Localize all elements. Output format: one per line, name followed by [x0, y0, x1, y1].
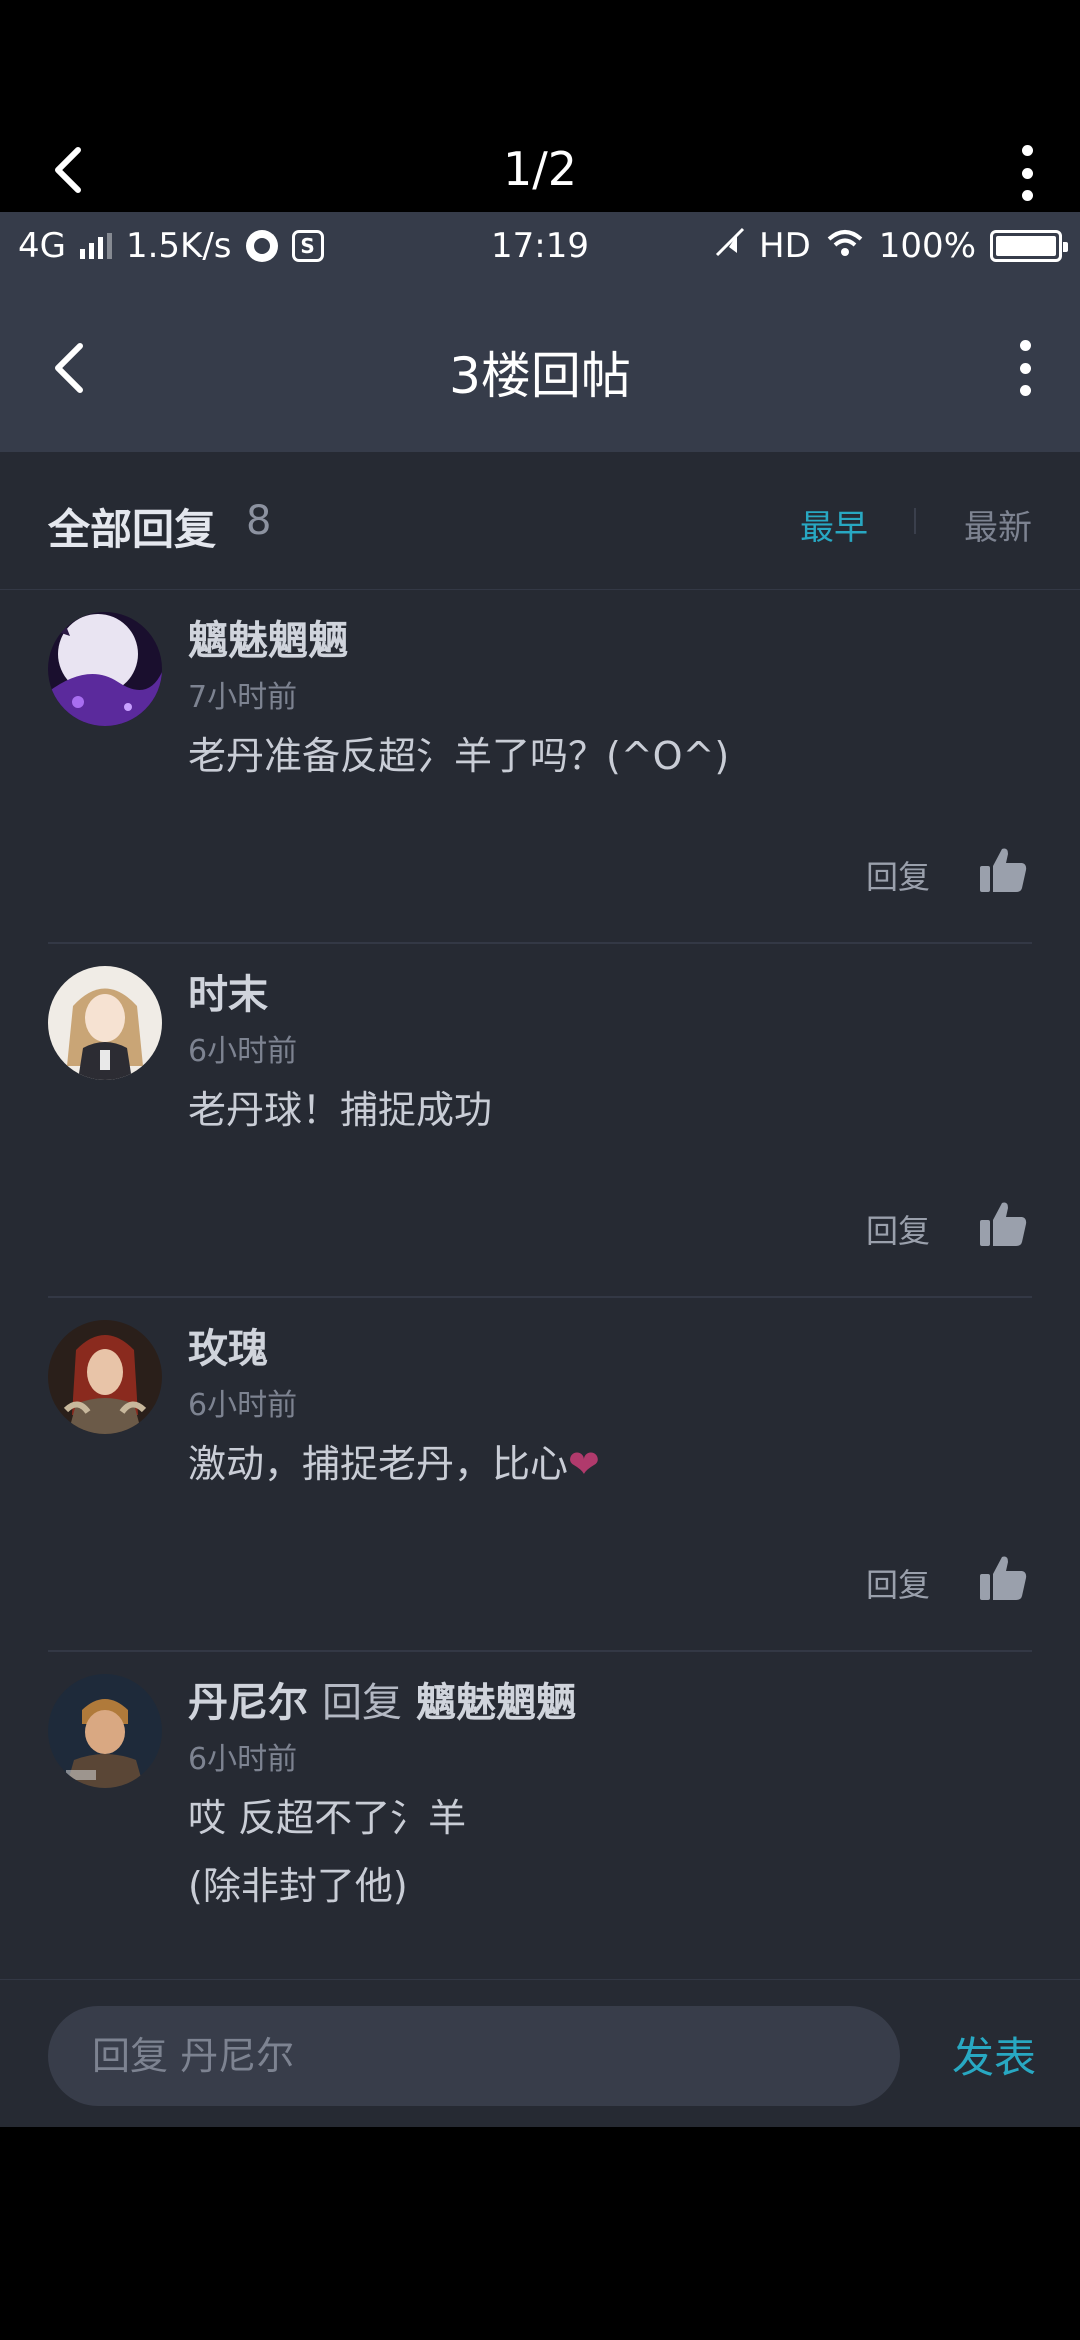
page-title: 3楼回帖 [449, 347, 631, 405]
page-indicator: 1/2 [502, 142, 578, 196]
comment-author[interactable]: 魑魅魍魉 [188, 608, 348, 666]
comment-text-line: (除非封了他) [188, 1864, 408, 1908]
avatar[interactable] [48, 1320, 162, 1434]
comment-author[interactable]: 时末 [188, 962, 268, 1020]
comment-author-line: 丹尼尔 回复 魑魅魍魉 [188, 1670, 576, 1728]
sort-newest-tab[interactable]: 最新 [964, 500, 1032, 549]
comment-time: 6小时前 [188, 1742, 298, 1777]
replies-count: 8 [246, 498, 272, 544]
status-bar: 4G 1.5K/s S 17:19 HD 100% [0, 212, 1080, 284]
reply-to-user[interactable]: 魑魅魍魉 [416, 1680, 576, 1726]
thumbs-up-icon[interactable] [978, 1200, 1028, 1248]
reply-composer: 发表 [0, 1979, 1080, 2127]
replies-title: 全部回复 [48, 505, 217, 554]
mute-icon [715, 226, 745, 266]
battery-icon [990, 230, 1068, 262]
phone-screen: 4G 1.5K/s S 17:19 HD 100% 3楼回帖 全部回复 8 最早… [0, 212, 1080, 2127]
reply-button[interactable]: 回复 [866, 852, 930, 898]
replies-header: 全部回复 8 最早 最新 [0, 452, 1080, 590]
avatar[interactable] [48, 612, 162, 726]
comment-item: 丹尼尔 回复 魑魅魍魉 6小时前 哎 反超不了氵羊 (除非封了他) [0, 1652, 1080, 1979]
comment-item: 玫瑰 6小时前 激动，捕捉老丹，比心❤ 回复 [0, 1298, 1080, 1652]
comment-text-content: 激动，捕捉老丹，比心 [188, 1442, 569, 1486]
battery-percent: 100% [878, 226, 976, 266]
sort-earliest-tab[interactable]: 最早 [800, 500, 868, 549]
reply-input[interactable] [48, 2006, 900, 2106]
comment-author[interactable]: 玫瑰 [188, 1316, 268, 1374]
avatar[interactable] [48, 1674, 162, 1788]
comment-author[interactable]: 丹尼尔 [188, 1680, 308, 1726]
comment-time: 7小时前 [188, 680, 298, 715]
comment-time: 6小时前 [188, 1388, 298, 1423]
comment-text-line: 哎 反超不了氵羊 [188, 1796, 467, 1840]
avatar[interactable] [48, 966, 162, 1080]
wifi-icon [825, 226, 865, 266]
thumbs-up-icon[interactable] [978, 846, 1028, 894]
reply-to-label: 回复 [322, 1680, 402, 1726]
comment-text: 哎 反超不了氵羊 (除非封了他) [188, 1784, 466, 1920]
comment-item: 魑魅魍魉 7小时前 老丹准备反超氵羊了吗？(^O^) 回复 [0, 590, 1080, 944]
sort-divider [914, 508, 916, 534]
more-vertical-icon[interactable] [1010, 340, 1040, 396]
comment-time: 6小时前 [188, 1034, 298, 1069]
viewer-more-icon[interactable] [1012, 145, 1042, 201]
reply-button[interactable]: 回复 [866, 1206, 930, 1252]
comment-text: 老丹球！捕捉成功 [188, 1088, 493, 1132]
reply-button[interactable]: 回复 [866, 1560, 930, 1606]
app-header: 3楼回帖 [0, 284, 1080, 452]
comment-text: 老丹准备反超氵羊了吗？(^O^) [188, 734, 730, 778]
comment-item: 时末 6小时前 老丹球！捕捉成功 回复 [0, 944, 1080, 1298]
hd-label: HD [759, 226, 811, 266]
send-button[interactable]: 发表 [952, 2024, 1036, 2085]
viewer-top-bar: 1/2 [0, 0, 1080, 212]
comment-text: 激动，捕捉老丹，比心❤ [188, 1430, 600, 1498]
heart-icon: ❤ [568, 1442, 600, 1486]
thumbs-up-icon[interactable] [978, 1554, 1028, 1602]
